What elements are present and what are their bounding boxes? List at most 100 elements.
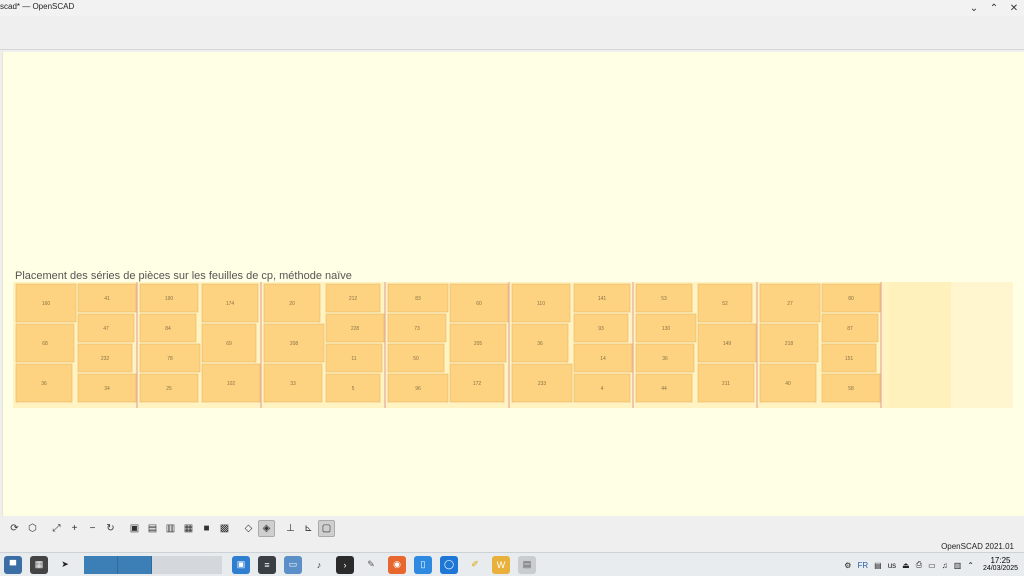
piece: 78 (139, 343, 201, 373)
piece: 44 (635, 373, 693, 403)
view-top-icon[interactable]: ▤ (144, 520, 161, 537)
zoom-in-icon[interactable]: + (66, 520, 83, 537)
music-icon[interactable]: ♪ (310, 556, 328, 574)
piece-label: 11 (351, 356, 356, 362)
clipboard-icon[interactable]: ▤ (874, 561, 882, 570)
view-bottom-icon[interactable]: ▥ (162, 520, 179, 537)
close-icon[interactable]: ✕ (1006, 0, 1022, 16)
piece: 36 (15, 363, 73, 403)
piece: 83 (387, 283, 449, 313)
piece-label: 151 (845, 356, 854, 362)
firefox-icon[interactable]: ◉ (388, 555, 406, 574)
maximize-icon[interactable]: ⌃ (986, 0, 1002, 16)
openscad-icon[interactable]: W (492, 555, 510, 574)
piece-label: 44 (661, 386, 667, 392)
view-back-icon[interactable]: ▩ (216, 520, 233, 537)
piece-label: 141 (598, 296, 607, 302)
layout-alt-label[interactable]: us (888, 561, 896, 570)
app-launcher-icon[interactable]: ▀ (4, 555, 22, 574)
piece-label: 160 (42, 301, 51, 307)
orthogonal-icon[interactable]: ◈ (258, 519, 275, 537)
piece: 212 (325, 283, 381, 313)
volume-icon[interactable]: ♫ (942, 561, 948, 570)
viewport-title: Placement des séries de pièces sur les f… (15, 270, 352, 282)
file-manager-icon[interactable]: ▭ (284, 555, 302, 574)
piece-label: 40 (785, 381, 791, 387)
version-label: OpenSCAD 2021.01 (941, 542, 1014, 551)
piece: 218 (759, 323, 819, 363)
keyboard-layout-label[interactable]: FR (857, 561, 868, 570)
piece-label: 36 (537, 341, 543, 347)
editor-toolbar-area (0, 16, 1024, 50)
show-axes-icon[interactable]: ⊥ (282, 520, 299, 537)
piece: 190 (139, 283, 199, 313)
terminal-icon[interactable]: › (336, 555, 354, 574)
piece: 228 (325, 313, 385, 343)
view-all-icon[interactable]: ⤢ (48, 520, 65, 537)
piece-label: 149 (723, 341, 732, 347)
piece: 205 (449, 323, 507, 363)
piece-label: 78 (167, 356, 173, 362)
zoom-out-icon[interactable]: − (84, 520, 101, 537)
piece-label: 34 (104, 386, 110, 392)
chevron-up-icon[interactable]: ⌃ (967, 561, 974, 570)
clock[interactable]: 17:25 24/03/2025 (983, 557, 1018, 573)
system-monitor-icon[interactable]: ≡ (258, 555, 276, 574)
piece-label: 102 (227, 381, 236, 387)
piece-label: 33 (290, 381, 296, 387)
piece: 14 (573, 343, 633, 373)
settings-icon[interactable]: ⚙ (844, 561, 851, 570)
printer-icon[interactable]: ⎙ (916, 560, 922, 570)
preview-icon[interactable]: ⟳ (6, 520, 23, 537)
browser-icon[interactable]: ◯ (440, 555, 458, 574)
piece: 96 (387, 373, 449, 403)
calculator-icon[interactable]: ▦ (30, 555, 48, 574)
workspace-3[interactable] (152, 555, 222, 574)
workspace-1[interactable] (84, 555, 118, 574)
piece: 41 (77, 283, 137, 313)
piece-label: 232 (101, 356, 110, 362)
piece: 36 (511, 323, 569, 363)
gimp-icon[interactable]: ✎ (362, 556, 380, 574)
document-icon[interactable]: ▯ (414, 555, 432, 574)
piece: 52 (697, 283, 753, 323)
store-icon[interactable]: ▣ (232, 555, 250, 574)
app-window-icon[interactable]: ▤ (518, 555, 536, 574)
piece: 110 (511, 283, 571, 323)
network-icon[interactable]: ▥ (954, 561, 962, 570)
piece: 232 (77, 343, 133, 373)
clock-date: 24/03/2025 (982, 565, 1018, 572)
workspace-pager[interactable] (84, 555, 222, 574)
piece-label: 53 (661, 296, 667, 302)
piece-label: 4 (601, 386, 604, 392)
minimize-icon[interactable]: ⌄ (966, 0, 982, 16)
piece-label: 5 (352, 386, 355, 392)
display-icon[interactable]: ▭ (928, 561, 936, 570)
perspective-icon[interactable]: ◇ (240, 520, 257, 537)
render-icon[interactable]: ⬡ (24, 520, 41, 537)
piece-label: 80 (848, 296, 854, 302)
usb-icon[interactable]: ⏏ (902, 561, 910, 570)
pointer-icon[interactable]: ➤ (56, 556, 74, 574)
piece-label: 130 (662, 326, 671, 332)
piece: 68 (15, 323, 75, 363)
piece-label: 190 (165, 296, 174, 302)
piece: 141 (573, 283, 631, 313)
show-edges-icon[interactable]: ▢ (318, 519, 335, 537)
reset-view-icon[interactable]: ↻ (102, 520, 119, 537)
piece: 73 (387, 313, 447, 343)
workspace-2[interactable] (118, 555, 152, 574)
piece: 211 (697, 363, 755, 403)
view-right-icon[interactable]: ▣ (126, 520, 143, 537)
piece: 87 (821, 313, 879, 343)
piece-label: 36 (662, 356, 668, 362)
piece: 80 (821, 283, 881, 313)
3d-viewport[interactable]: 160 68 36 41 47 232 34 190 84 78 25 174 69 102 20 208 33… (2, 52, 1024, 516)
piece-label: 83 (415, 296, 421, 302)
piece: 11 (325, 343, 383, 373)
piece: 233 (511, 363, 573, 403)
pen-icon[interactable]: ✐ (466, 556, 484, 574)
show-scale-icon[interactable]: ⊾ (300, 520, 317, 537)
view-front-icon[interactable]: ■ (198, 520, 215, 537)
view-left-icon[interactable]: ▦ (180, 520, 197, 537)
